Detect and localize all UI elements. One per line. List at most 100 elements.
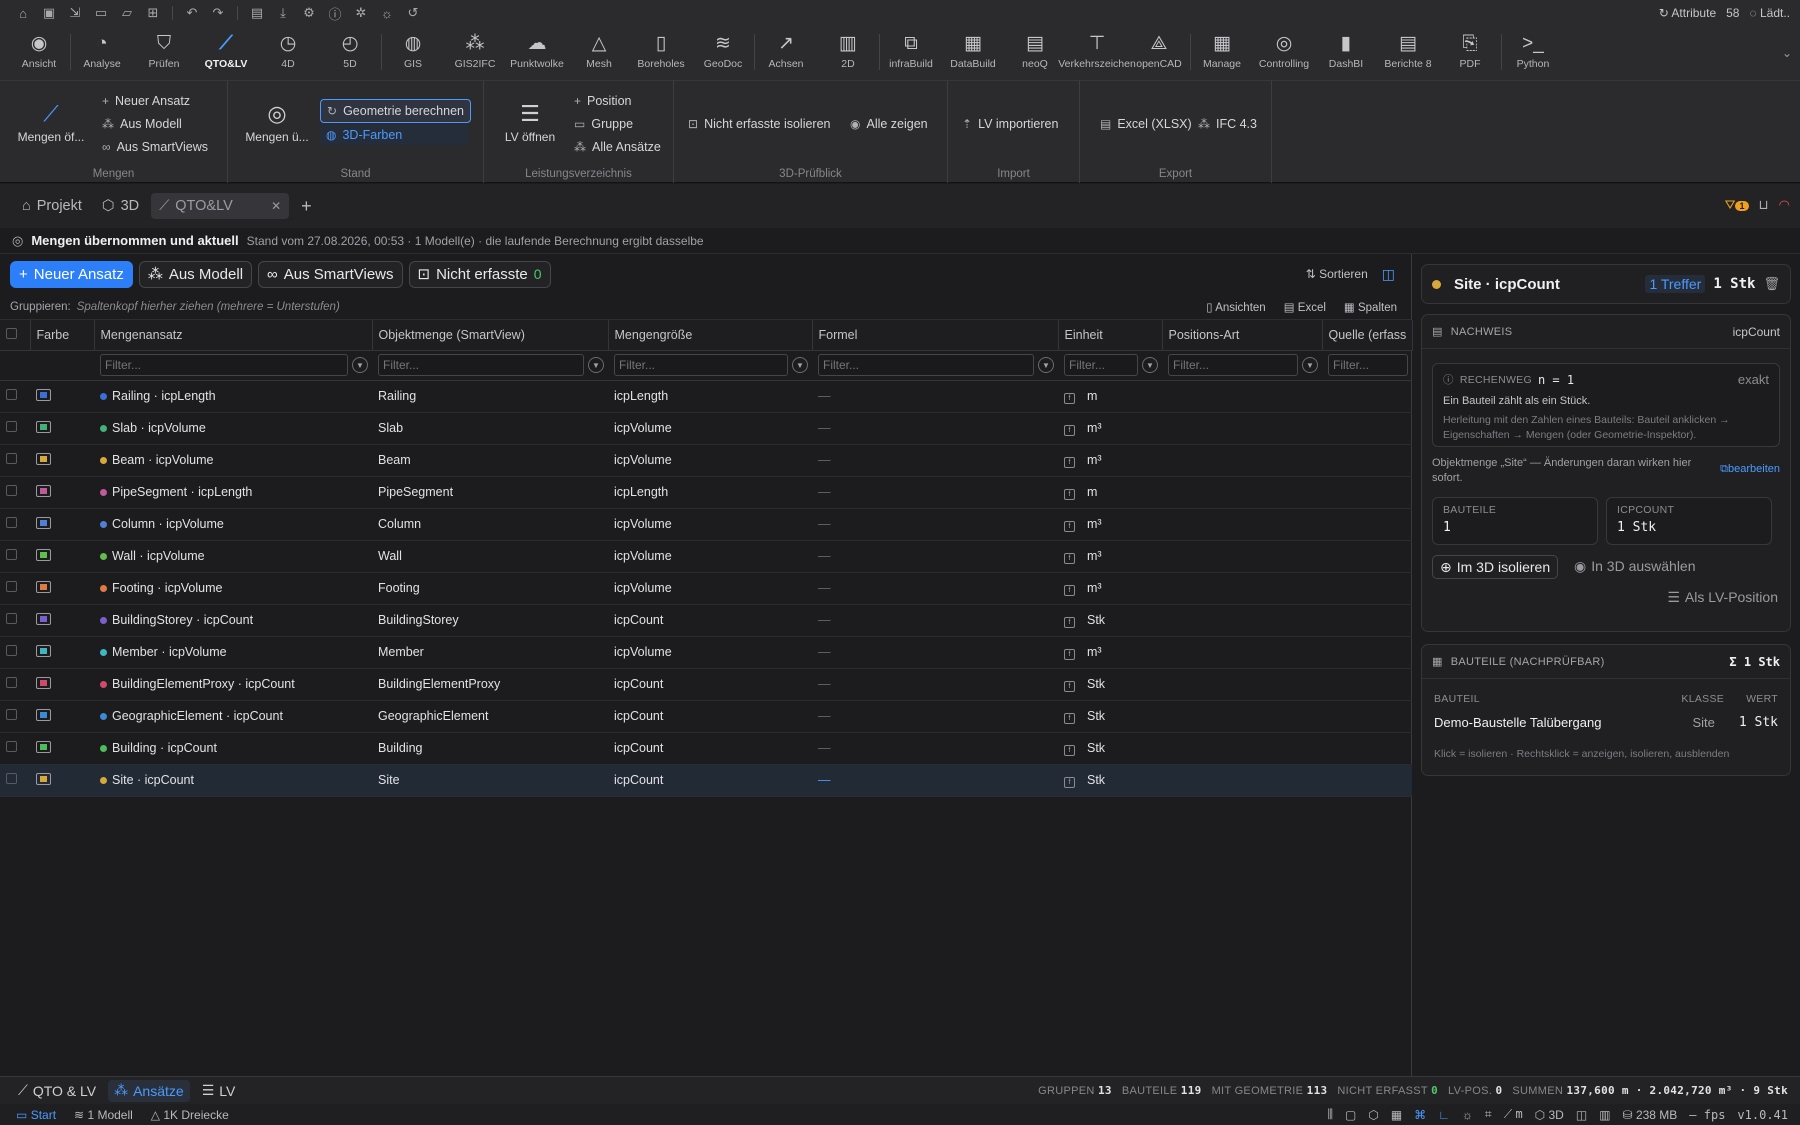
filter-quelle[interactable] xyxy=(1328,354,1408,376)
row-color[interactable] xyxy=(30,476,94,509)
edit-link[interactable]: ⧉bearbeiten xyxy=(1720,463,1780,476)
bug-icon[interactable]: ✲ xyxy=(348,0,374,26)
chevron-down-icon[interactable]: ▼ xyxy=(1302,357,1318,373)
formula-edit-icon[interactable]: f xyxy=(1064,424,1075,436)
frame-icon[interactable]: ▢ xyxy=(1345,1108,1356,1122)
ribbon-tab-15[interactable]: ▦ DataBuild xyxy=(942,26,1004,76)
row-color[interactable] xyxy=(30,700,94,733)
filter-mengenansatz[interactable] xyxy=(100,354,348,376)
tab-ansaetze[interactable]: ⁂ Ansätze xyxy=(108,1079,190,1102)
save-icon[interactable]: ▣ xyxy=(36,0,62,26)
tab-qto-lv[interactable]: ⟋ QTO&LV ✕ xyxy=(151,193,290,219)
table-row[interactable]: Footing · icpVolume Footing icpVolume — f m³ xyxy=(0,572,1412,605)
row-select[interactable] xyxy=(0,380,30,413)
header-quelle[interactable]: Quelle (erfass xyxy=(1322,320,1413,351)
color-swatch[interactable] xyxy=(36,580,51,593)
unrecorded-button[interactable]: ⊡ Nicht erfasste 0 xyxy=(408,260,551,288)
header-farbe[interactable]: Farbe xyxy=(30,320,95,351)
color-swatch[interactable] xyxy=(36,388,51,401)
table-row[interactable]: Beam · icpVolume Beam icpVolume — f m³ xyxy=(0,444,1412,477)
3d-colors-button[interactable]: ◍ 3D-Farben xyxy=(320,125,468,145)
color-swatch[interactable] xyxy=(36,452,51,465)
ribbon-tab-20[interactable]: ◎ Controlling xyxy=(1253,26,1315,76)
color-swatch[interactable] xyxy=(36,420,51,433)
color-swatch[interactable] xyxy=(36,548,51,561)
position-button[interactable]: + Position xyxy=(568,91,638,111)
row-color[interactable] xyxy=(30,508,94,541)
filter-positions-art[interactable] xyxy=(1168,354,1298,376)
redo-icon[interactable]: ↷ xyxy=(205,0,231,26)
header-objektmenge[interactable]: Objektmenge (SmartView) xyxy=(372,320,609,351)
formula-edit-icon[interactable]: f xyxy=(1064,712,1075,724)
sun-icon[interactable]: ☼ xyxy=(374,0,400,26)
color-swatch[interactable] xyxy=(36,644,51,657)
mengen-open-button[interactable]: ⟋ Mengen öf... xyxy=(14,103,88,145)
settings-icon[interactable]: ⚙ xyxy=(296,0,322,26)
table-row[interactable]: BuildingElementProxy · icpCount BuildingE… xyxy=(0,668,1412,701)
excel-export-button[interactable]: ▤ Excel (XLSX) xyxy=(1094,114,1198,134)
from-model-button[interactable]: ⁂ Aus Modell xyxy=(138,260,253,288)
tab-3d[interactable]: ⬡ 3D xyxy=(94,193,147,219)
row-select[interactable] xyxy=(0,412,30,445)
folder-icon[interactable]: ▭ xyxy=(88,0,114,26)
table-row[interactable]: BuildingStorey · icpCount BuildingStorey i… xyxy=(0,604,1412,637)
formula-edit-icon[interactable]: f xyxy=(1064,744,1075,756)
row-select[interactable] xyxy=(0,572,30,605)
checkbox[interactable] xyxy=(6,613,17,624)
formula-edit-icon[interactable]: f xyxy=(1064,552,1075,564)
checkbox[interactable] xyxy=(6,327,17,339)
reset-icon[interactable]: ↺ xyxy=(400,0,426,26)
table-row[interactable]: Member · icpVolume Member icpVolume — f m³ xyxy=(0,636,1412,669)
trash-icon[interactable]: 🗑 xyxy=(1763,276,1780,292)
tab-projekt[interactable]: ⌂ Projekt xyxy=(14,193,90,219)
table-row[interactable]: Slab · icpVolume Slab icpVolume — f m³ xyxy=(0,412,1412,445)
ribbon-tab-2[interactable]: ⛉ Prüfen xyxy=(133,26,195,76)
checkbox[interactable] xyxy=(6,645,17,656)
ribbon-tab-14[interactable]: ⧉ infraBuild xyxy=(880,26,942,76)
chevron-down-icon[interactable]: ▼ xyxy=(1038,357,1054,373)
row-select[interactable] xyxy=(0,732,30,765)
row-select[interactable] xyxy=(0,700,30,733)
excel-button[interactable]: ▤ Excel xyxy=(1284,300,1326,314)
color-swatch[interactable] xyxy=(36,484,51,497)
row-select[interactable] xyxy=(0,764,30,797)
window-icon[interactable]: ▤ xyxy=(244,0,270,26)
row-color[interactable] xyxy=(30,380,94,413)
gauge-icon[interactable]: ◠ xyxy=(1779,197,1790,213)
chevron-down-icon[interactable]: ▼ xyxy=(352,357,368,373)
ribbon-tab-12[interactable]: ↗ Achsen xyxy=(755,26,817,76)
header-mengengroesse[interactable]: Mengengröße xyxy=(608,320,813,351)
attribute-indicator[interactable]: ↻ Attribute xyxy=(1659,6,1716,20)
new-approach-button[interactable]: + Neuer Ansatz xyxy=(96,91,196,111)
ribbon-tab-16[interactable]: ▤ neoQ xyxy=(1004,26,1066,76)
ribbon-tab-0[interactable]: ◉ Ansicht xyxy=(8,26,70,76)
lv-open-button[interactable]: ☰ LV öffnen xyxy=(500,103,560,145)
color-swatch[interactable] xyxy=(36,676,51,689)
isolate-3d-button[interactable]: ⊕ Im 3D isolieren xyxy=(1432,555,1559,579)
unit-indicator[interactable]: ⟋ m xyxy=(1504,1107,1523,1122)
color-swatch[interactable] xyxy=(36,772,51,785)
table-row[interactable]: Column · icpVolume Column icpVolume — f m³ xyxy=(0,508,1412,541)
checkbox[interactable] xyxy=(6,485,17,496)
network-icon[interactable]: ⌘ xyxy=(1414,1108,1426,1122)
chevron-down-icon[interactable]: ▼ xyxy=(588,357,604,373)
ribbon-tab-4[interactable]: ◷ 4D xyxy=(257,26,319,76)
group-button[interactable]: ▭ Gruppe xyxy=(568,114,639,134)
checkbox[interactable] xyxy=(6,741,17,752)
row-color[interactable] xyxy=(30,540,94,573)
ribbon-tab-3[interactable]: ⟋ QTO&LV xyxy=(195,26,257,76)
cube-icon[interactable]: ⬡ xyxy=(1368,1108,1378,1122)
ribbon-tab-21[interactable]: ▮ DashBI xyxy=(1315,26,1377,76)
header-positions-art[interactable]: Positions-Art xyxy=(1162,320,1323,351)
bauteile-row[interactable]: Demo-Baustelle Talübergang Site 1 Stk xyxy=(1434,715,1778,730)
formula-edit-icon[interactable]: f xyxy=(1064,520,1075,532)
info-icon[interactable]: ⓘ xyxy=(322,0,348,26)
ribbon-tab-1[interactable]: ◔ Analyse xyxy=(71,26,133,76)
view-mode[interactable]: ⬡ 3D xyxy=(1535,1108,1564,1122)
checkbox[interactable] xyxy=(6,677,17,688)
from-smartviews-button[interactable]: ∞ Aus SmartViews xyxy=(96,137,214,157)
sun-icon[interactable]: ☼ xyxy=(1462,1108,1473,1122)
ribbon-tab-13[interactable]: ▥ 2D xyxy=(817,26,879,76)
ribbon-tab-18[interactable]: ⟁ openCAD xyxy=(1128,26,1190,76)
ribbon-tab-22[interactable]: ▤ Berichte 8 xyxy=(1377,26,1439,76)
